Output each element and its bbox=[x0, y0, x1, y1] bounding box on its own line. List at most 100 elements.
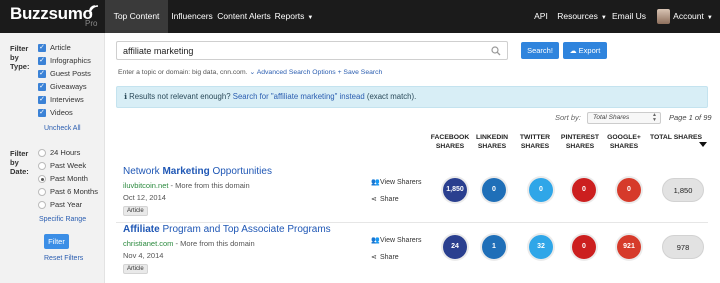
tab-content-alerts[interactable]: Content Alerts bbox=[216, 0, 272, 33]
pinterest-shares-circle[interactable]: 0 bbox=[572, 235, 596, 259]
twitter-shares-circle[interactable]: 32 bbox=[529, 235, 553, 259]
sort-select-value: Total Shares bbox=[593, 114, 630, 121]
export-button-label: Export bbox=[578, 46, 601, 55]
radio-past-week[interactable] bbox=[38, 162, 46, 170]
result-domain-link[interactable]: christianet.com bbox=[123, 239, 173, 248]
relevance-notice: ℹ Results not relevant enough? Search fo… bbox=[116, 86, 708, 108]
result-title-post: Program and Top Associate Programs bbox=[159, 224, 331, 235]
filter-type-label: Filter by Type: bbox=[10, 44, 30, 71]
notice-prefix: Results not relevant enough? bbox=[129, 92, 231, 101]
twitter-shares-circle[interactable]: 0 bbox=[529, 178, 553, 202]
radio-24-hours[interactable] bbox=[38, 149, 46, 157]
view-sharers-button[interactable]: 👥View Sharers bbox=[371, 178, 422, 186]
cloud-download-icon: ☁ bbox=[569, 48, 577, 55]
result-type-tag: Article bbox=[123, 264, 148, 274]
sort-select[interactable]: Total Shares ▲ ▼ bbox=[587, 112, 661, 124]
col-total-shares[interactable]: TOTAL SHARES bbox=[648, 133, 704, 142]
avatar[interactable] bbox=[657, 9, 670, 24]
nav-resources-label: Resources bbox=[557, 11, 598, 21]
linkedin-shares-circle[interactable]: 1 bbox=[482, 235, 506, 259]
search-input[interactable]: affiliate marketing bbox=[116, 41, 508, 60]
advanced-search-link[interactable]: Advanced Search Options bbox=[257, 69, 336, 76]
col-googleplus-shares[interactable]: GOOGLE+ SHARES bbox=[604, 133, 644, 151]
col-linkedin-shares[interactable]: LINKEDIN SHARES bbox=[472, 133, 512, 151]
result-domain: christianet.com - More from this domain bbox=[123, 239, 255, 248]
linkedin-shares-circle[interactable]: 0 bbox=[482, 178, 506, 202]
share-button[interactable]: ⋖ Share bbox=[371, 195, 399, 203]
tab-reports[interactable]: Reports ▼ bbox=[272, 0, 316, 33]
filter-button[interactable]: Filter bbox=[44, 234, 69, 249]
result-domain-link[interactable]: iluvbitcoin.net bbox=[123, 181, 168, 190]
search-icon[interactable] bbox=[491, 46, 501, 56]
users-icon: 👥 bbox=[371, 237, 380, 244]
share-icon: ⋖ bbox=[371, 196, 377, 203]
result-title-bold: Affiliate bbox=[123, 224, 160, 235]
top-navbar: Buzzsumo Pro Top Content Influencers Con… bbox=[0, 0, 720, 33]
result-domain-more[interactable]: - More from this domain bbox=[168, 181, 250, 190]
tab-top-content[interactable]: Top Content bbox=[105, 0, 168, 33]
col-facebook-shares[interactable]: FACEBOOK SHARES bbox=[428, 133, 472, 151]
date-past-6-months-label: Past 6 Months bbox=[50, 187, 98, 196]
view-sharers-label: View Sharers bbox=[380, 237, 422, 244]
view-sharers-button[interactable]: 👥View Sharers bbox=[371, 236, 422, 244]
nav-api[interactable]: API bbox=[527, 0, 555, 33]
sort-desc-icon[interactable] bbox=[699, 142, 707, 147]
date-past-month-label: Past Month bbox=[50, 174, 88, 183]
type-article-label: Article bbox=[50, 43, 71, 52]
reset-filters-link[interactable]: Reset Filters bbox=[44, 255, 83, 262]
total-shares-pill: 1,850 bbox=[662, 178, 704, 202]
filter-date-label: Filter by Date: bbox=[10, 149, 29, 176]
exact-match-link[interactable]: Search for "affiliate marketing" instead bbox=[233, 92, 365, 101]
sort-by-label: Sort by: bbox=[555, 113, 581, 122]
type-infographics-label: Infographics bbox=[50, 56, 91, 65]
facebook-shares-circle[interactable]: 1,850 bbox=[443, 178, 467, 202]
row-divider bbox=[116, 222, 708, 223]
result-date: Oct 12, 2014 bbox=[123, 193, 166, 202]
radio-past-year[interactable] bbox=[38, 201, 46, 209]
facebook-shares-circle[interactable]: 24 bbox=[443, 235, 467, 259]
nav-resources[interactable]: Resources ▼ bbox=[557, 0, 607, 33]
chevron-down-icon: ▼ bbox=[600, 15, 607, 21]
save-search-link[interactable]: + Save Search bbox=[338, 69, 383, 76]
search-button[interactable]: Search! bbox=[521, 42, 559, 59]
users-icon: 👥 bbox=[371, 179, 380, 186]
checkbox-infographics[interactable]: ✓ bbox=[38, 57, 46, 65]
select-arrows-icon: ▲ ▼ bbox=[652, 112, 657, 123]
type-videos-label: Videos bbox=[50, 108, 73, 117]
share-button[interactable]: ⋖ Share bbox=[371, 253, 399, 261]
specific-range-link[interactable]: Specific Range bbox=[39, 216, 86, 223]
radio-past-6-months[interactable] bbox=[38, 188, 46, 196]
pinterest-shares-circle[interactable]: 0 bbox=[572, 178, 596, 202]
result-title-bold: Marketing bbox=[162, 166, 210, 177]
export-button[interactable]: ☁ Export bbox=[563, 42, 607, 59]
checkbox-guest-posts[interactable]: ✓ bbox=[38, 70, 46, 78]
checkbox-article[interactable]: ✓ bbox=[38, 44, 46, 52]
nav-account-label: Account bbox=[673, 11, 704, 21]
result-domain-more[interactable]: - More from this domain bbox=[173, 239, 255, 248]
date-past-week-label: Past Week bbox=[50, 161, 87, 170]
googleplus-shares-circle[interactable]: 921 bbox=[617, 235, 641, 259]
chevron-down-icon: ▼ bbox=[307, 15, 314, 21]
googleplus-shares-circle[interactable]: 0 bbox=[617, 178, 641, 202]
checkbox-interviews[interactable]: ✓ bbox=[38, 96, 46, 104]
search-hint-text: Enter a topic or domain: big data, cnn.c… bbox=[118, 69, 248, 76]
view-sharers-label: View Sharers bbox=[380, 179, 422, 186]
checkbox-videos[interactable]: ✓ bbox=[38, 109, 46, 117]
radio-past-month[interactable] bbox=[38, 175, 46, 183]
search-hint: Enter a topic or domain: big data, cnn.c… bbox=[118, 68, 382, 76]
col-pinterest-shares[interactable]: PINTEREST SHARES bbox=[560, 133, 600, 151]
date-24-hours-label: 24 Hours bbox=[50, 148, 81, 157]
tab-influencers[interactable]: Influencers bbox=[168, 0, 216, 33]
uncheck-all-link[interactable]: Uncheck All bbox=[44, 125, 81, 132]
col-twitter-shares[interactable]: TWITTER SHARES bbox=[515, 133, 555, 151]
logo[interactable]: Buzzsumo bbox=[10, 4, 93, 24]
notice-suffix: (exact match). bbox=[366, 92, 417, 101]
result-title[interactable]: Affiliate Program and Top Associate Prog… bbox=[123, 224, 331, 235]
nav-account[interactable]: Account ▼ bbox=[672, 0, 714, 33]
result-title[interactable]: Network Marketing Opportunities bbox=[123, 166, 272, 177]
search-input-value: affiliate marketing bbox=[123, 46, 194, 56]
result-title-pre: Network bbox=[123, 166, 163, 177]
type-guest-posts-label: Guest Posts bbox=[50, 69, 91, 78]
checkbox-giveaways[interactable]: ✓ bbox=[38, 83, 46, 91]
nav-email-us[interactable]: Email Us bbox=[612, 0, 646, 33]
